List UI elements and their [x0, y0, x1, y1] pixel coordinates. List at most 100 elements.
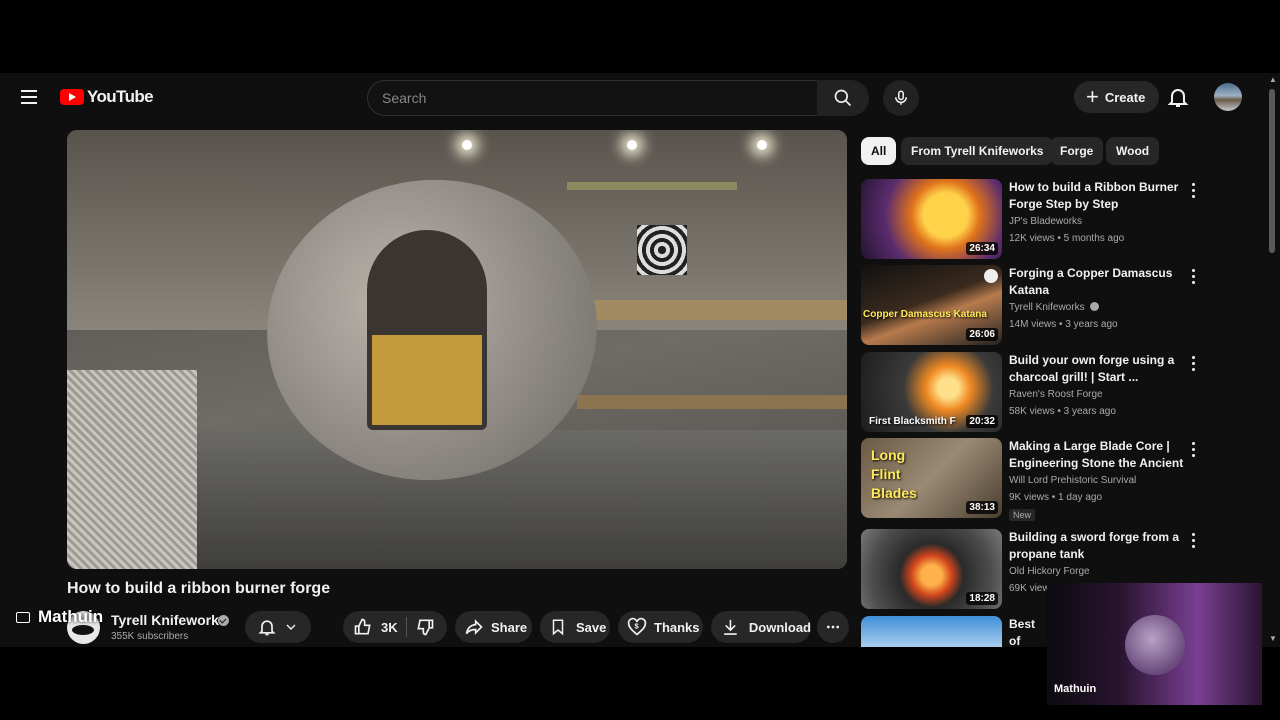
- dislike-button[interactable]: [415, 617, 435, 637]
- more-vert-icon[interactable]: [1191, 269, 1195, 285]
- scroll-up-icon[interactable]: ▲: [1269, 75, 1277, 84]
- chevron-down-icon: [286, 624, 296, 630]
- video-player[interactable]: [67, 130, 847, 569]
- search-button[interactable]: [817, 80, 869, 116]
- notifications-button[interactable]: [1166, 85, 1190, 109]
- recommendation-channel[interactable]: Will Lord Prehistoric Survival: [1009, 475, 1136, 486]
- recommendation-item[interactable]: Long Flint Blades 38:13 Making a Large B…: [861, 438, 1261, 521]
- like-count: 3K: [381, 619, 398, 635]
- chip-wood[interactable]: Wood: [1106, 137, 1160, 165]
- recommendation-meta: 9K views • 1 day ago: [1009, 492, 1103, 503]
- like-dislike-group: 3K: [343, 611, 447, 643]
- like-button[interactable]: 3K: [353, 617, 398, 637]
- recommendation-meta: 14M views • 3 years ago: [1009, 319, 1118, 330]
- stream-overlay-text: Mathuin: [38, 607, 104, 626]
- recommendation-title[interactable]: How to build a Ribbon Burner Forge Step …: [1009, 179, 1184, 213]
- thumbnail-text: Long Flint Blades: [871, 447, 917, 501]
- video-title: How to build a ribbon burner forge: [67, 580, 331, 597]
- download-icon: [724, 619, 737, 635]
- page-scrollbar[interactable]: ▲ ▼: [1266, 73, 1280, 647]
- chip-forge[interactable]: Forge: [1050, 137, 1104, 165]
- bookmark-icon: [552, 619, 564, 636]
- verified-icon: [1090, 302, 1100, 311]
- video-thumbnail[interactable]: [861, 616, 1002, 647]
- more-horizontal-icon: [827, 625, 839, 629]
- heart-dollar-icon: $: [627, 617, 647, 636]
- scrollbar-thumb[interactable]: [1269, 89, 1275, 253]
- youtube-logo[interactable]: YouTube: [60, 86, 154, 108]
- thumbs-up-icon: [354, 618, 371, 635]
- channel-name[interactable]: Tyrell Knifeworks: [111, 612, 227, 628]
- logo-text: YouTube: [87, 87, 154, 106]
- recommendation-title[interactable]: Best of Marath: [1009, 616, 1049, 647]
- more-vert-icon[interactable]: [1191, 533, 1195, 549]
- menu-icon[interactable]: [18, 85, 42, 109]
- create-button[interactable]: + Create: [1074, 81, 1160, 113]
- chip-from-channel[interactable]: From Tyrell Knifeworks: [901, 137, 1054, 165]
- recommendation-title[interactable]: Making a Large Blade Core | Engineering …: [1009, 438, 1184, 472]
- webcam-name: Mathuin: [1054, 683, 1097, 695]
- thumbnail-text: First Blacksmith F: [869, 416, 956, 427]
- video-thumbnail[interactable]: First Blacksmith F 20:32: [861, 352, 1002, 432]
- search-input[interactable]: [380, 89, 804, 107]
- video-duration: 26:34: [966, 242, 998, 255]
- download-button[interactable]: Download: [711, 611, 811, 643]
- video-duration: 38:13: [966, 501, 998, 514]
- video-thumbnail[interactable]: Copper Damascus Katana 26:06: [861, 265, 1002, 345]
- recommendation-item[interactable]: 26:34 How to build a Ribbon Burner Forge…: [861, 179, 1261, 261]
- mic-icon: [895, 90, 907, 105]
- scroll-down-icon[interactable]: ▼: [1269, 634, 1277, 643]
- recommendation-channel[interactable]: Old Hickory Forge: [1009, 566, 1090, 577]
- more-actions-button[interactable]: [817, 611, 849, 643]
- video-duration: 26:06: [966, 328, 998, 341]
- thumbs-down-icon: [416, 619, 433, 636]
- recommendation-channel[interactable]: Tyrell Knifeworks: [1009, 302, 1100, 313]
- recommendation-title[interactable]: Forging a Copper Damascus Katana: [1009, 265, 1184, 299]
- recommendation-title[interactable]: Building a sword forge from a propane ta…: [1009, 529, 1184, 563]
- video-thumbnail[interactable]: 26:34: [861, 179, 1002, 259]
- monitor-icon: [16, 611, 30, 623]
- search-icon: [834, 89, 852, 107]
- thanks-label: Thanks: [654, 619, 700, 635]
- save-label: Save: [576, 619, 607, 635]
- svg-text:$: $: [635, 622, 640, 631]
- youtube-play-icon: [60, 89, 84, 105]
- webcam-feed: [1125, 615, 1185, 675]
- voice-search-button[interactable]: [883, 80, 919, 116]
- plus-icon: +: [1086, 84, 1099, 109]
- masthead: YouTube + Create: [0, 73, 1280, 121]
- share-icon: [465, 619, 483, 635]
- share-label: Share: [491, 619, 528, 635]
- recommendation-title[interactable]: Build your own forge using a charcoal gr…: [1009, 352, 1184, 386]
- recommendation-item[interactable]: First Blacksmith F 20:32 Build your own …: [861, 352, 1261, 434]
- verified-icon: [218, 615, 229, 626]
- recommendation-meta: 12K views • 5 months ago: [1009, 233, 1125, 244]
- recommendation-channel[interactable]: JP's Bladeworks: [1009, 216, 1082, 227]
- search-box[interactable]: [367, 80, 819, 116]
- thanks-button[interactable]: $ Thanks: [618, 611, 703, 643]
- video-thumbnail[interactable]: Long Flint Blades 38:13: [861, 438, 1002, 518]
- download-label: Download: [748, 619, 811, 635]
- bell-icon: [258, 620, 276, 636]
- channel-logo-icon: [984, 269, 998, 283]
- stream-overlay-label: Mathuin: [16, 607, 103, 627]
- webcam-overlay: Mathuin: [1047, 583, 1262, 705]
- account-avatar[interactable]: [1214, 83, 1242, 111]
- thumbnail-text: Copper Damascus Katana: [863, 309, 987, 320]
- subscription-bell-button[interactable]: [245, 611, 311, 643]
- chip-all[interactable]: All: [861, 137, 897, 165]
- create-label: Create: [1104, 89, 1146, 105]
- subscriber-count: 355K subscribers: [111, 631, 189, 642]
- share-button[interactable]: Share: [455, 611, 532, 643]
- new-badge: New: [1009, 509, 1036, 521]
- recommendation-channel[interactable]: Raven's Roost Forge: [1009, 389, 1103, 400]
- video-thumbnail[interactable]: 18:28: [861, 529, 1002, 609]
- more-vert-icon[interactable]: [1191, 356, 1195, 372]
- youtube-app: YouTube + Create Ho: [0, 73, 1280, 647]
- more-vert-icon[interactable]: [1191, 183, 1195, 199]
- bell-icon: [1167, 89, 1189, 107]
- recommendation-item[interactable]: Copper Damascus Katana 26:06 Forging a C…: [861, 265, 1261, 347]
- save-button[interactable]: Save: [540, 611, 610, 643]
- more-vert-icon[interactable]: [1191, 442, 1195, 458]
- video-duration: 20:32: [966, 415, 998, 428]
